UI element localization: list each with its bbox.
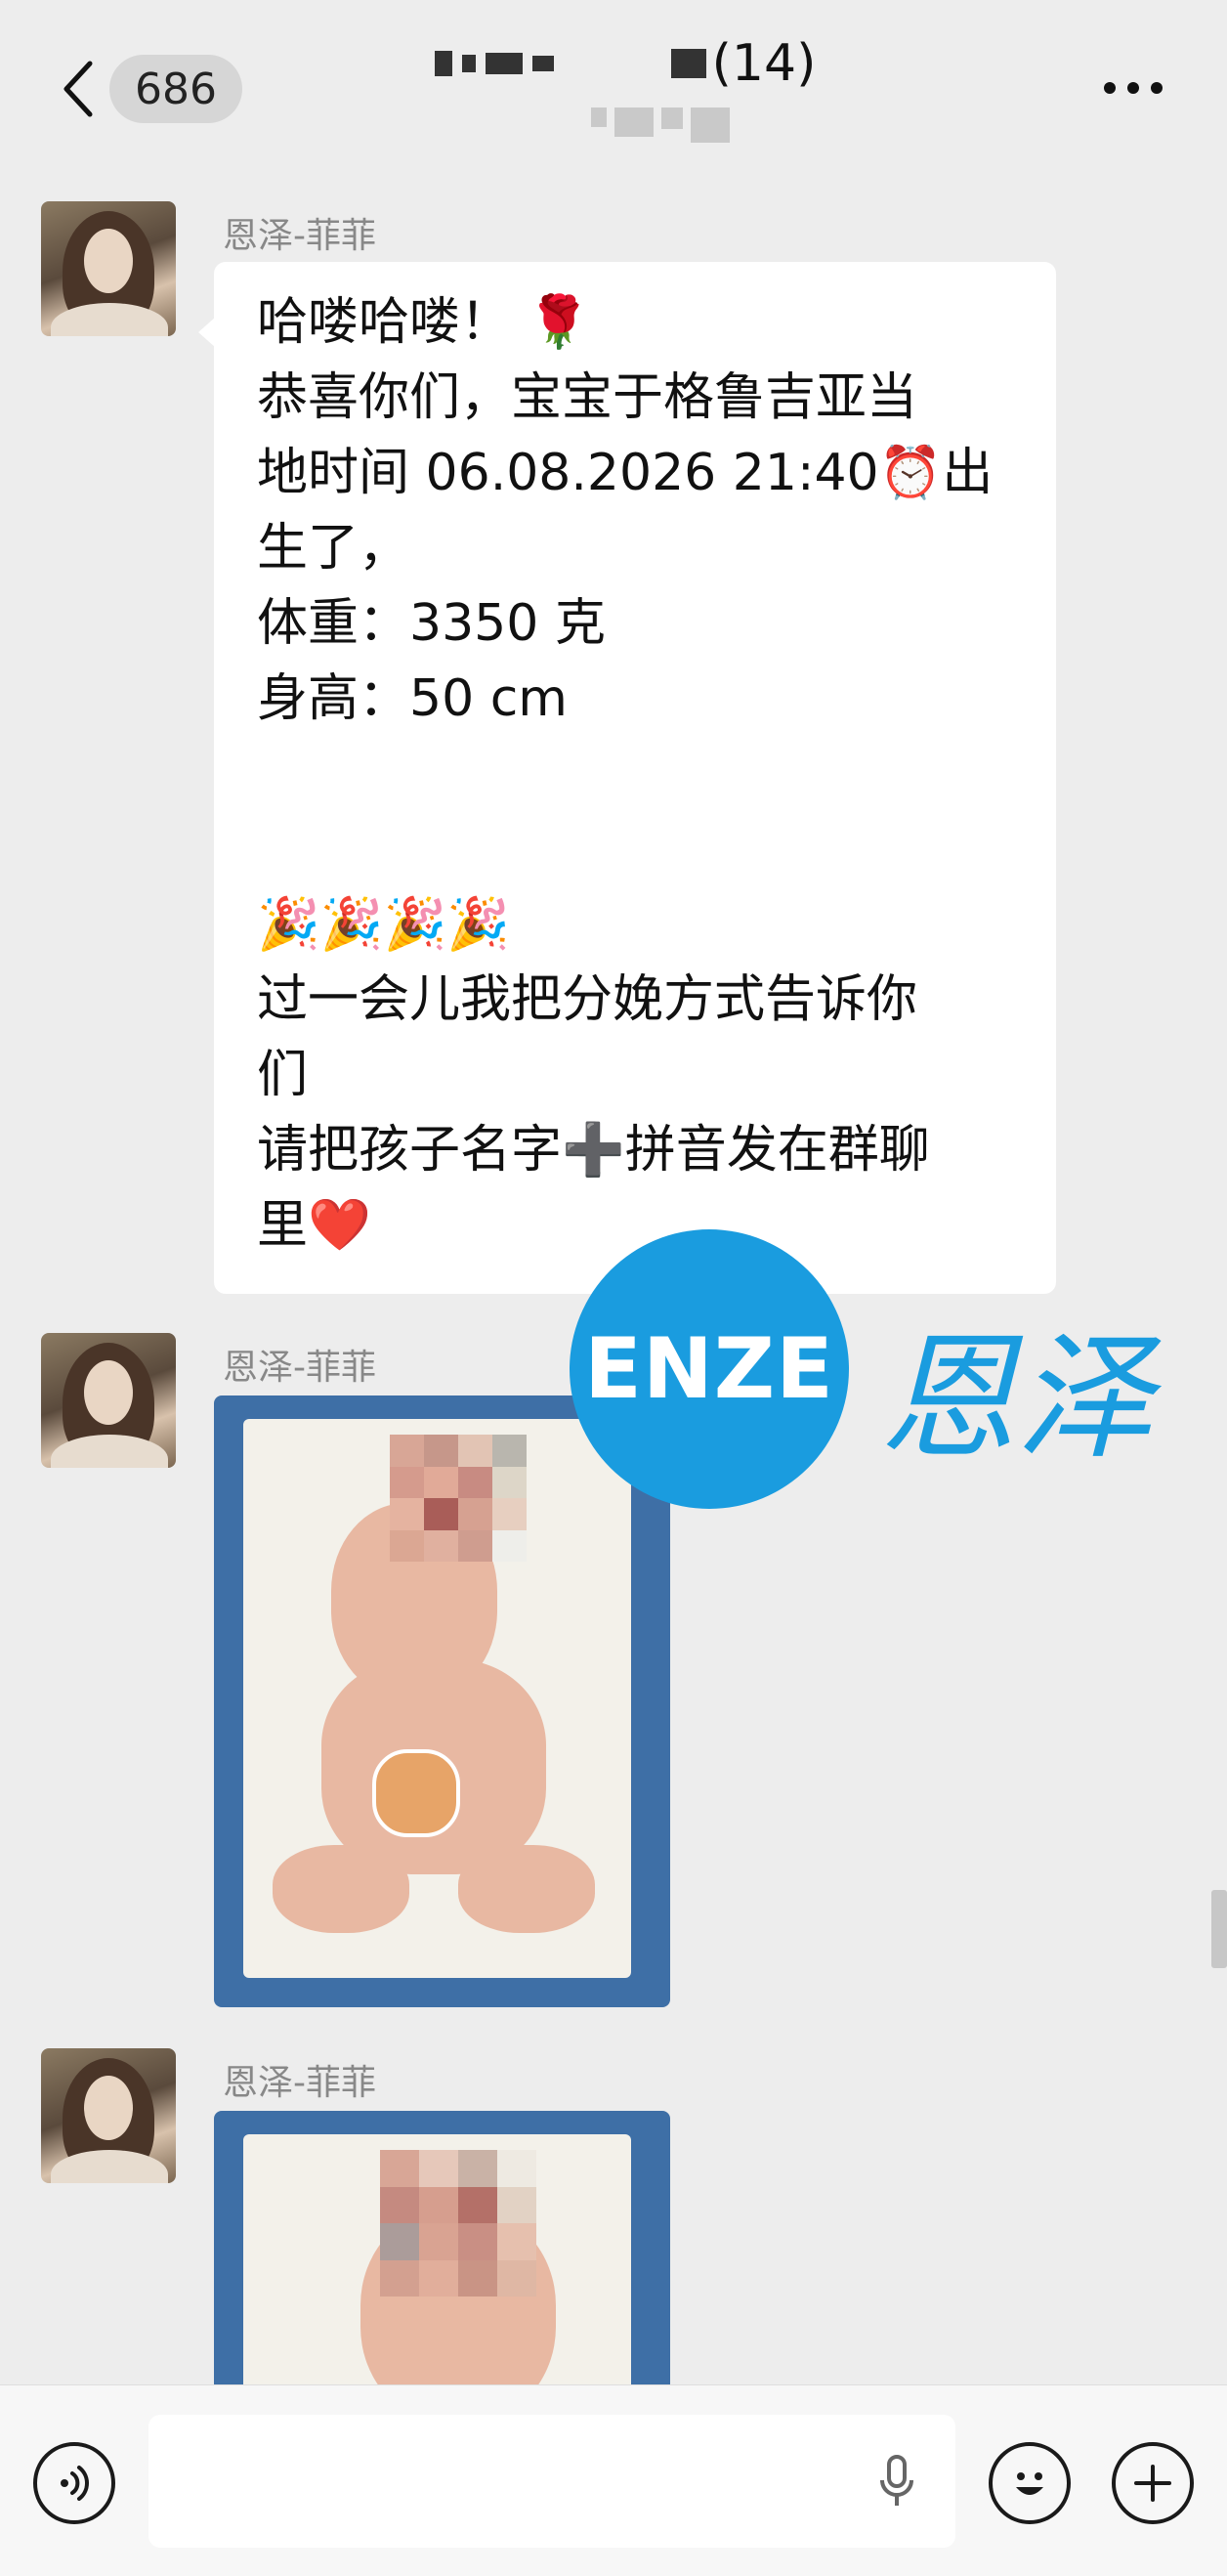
back-button[interactable] xyxy=(49,55,107,123)
sender-avatar[interactable] xyxy=(41,1333,176,1468)
sender-avatar[interactable] xyxy=(41,201,176,336)
more-options-button[interactable] xyxy=(1094,59,1172,117)
more-functions-button[interactable] xyxy=(1112,2442,1194,2524)
sender-name: 恩泽-菲菲 xyxy=(223,1348,376,1388)
message-line: 哈喽哈喽！ 🌹 xyxy=(257,293,591,352)
message-input[interactable] xyxy=(148,2415,955,2548)
chevron-left-icon xyxy=(63,61,93,117)
sender-avatar[interactable] xyxy=(41,2048,176,2183)
voice-toggle-button[interactable] xyxy=(33,2442,115,2524)
scrollbar[interactable] xyxy=(1211,1890,1227,1968)
chat-title[interactable]: (14) xyxy=(391,29,860,98)
message-line: 生了， xyxy=(257,519,410,578)
emoji-icon xyxy=(1016,2472,1043,2495)
sender-name: 恩泽-菲菲 xyxy=(223,216,376,256)
watermark-logo-text: ENZE xyxy=(584,1320,834,1418)
horse-sticker xyxy=(372,1749,460,1837)
title-redacted xyxy=(434,49,706,78)
text-message-bubble[interactable]: 哈喽哈喽！ 🌹 恭喜你们，宝宝于格鲁吉亚当 地时间 06.08.2026 21:… xyxy=(198,262,1056,1294)
face-mosaic xyxy=(390,1435,527,1562)
message-line: 🎉🎉🎉🎉 xyxy=(257,895,510,954)
unread-count-badge[interactable]: 686 xyxy=(109,55,242,123)
message-line: 体重：3350 克 xyxy=(257,594,606,653)
microphone-button[interactable] xyxy=(867,2448,926,2516)
dot-icon xyxy=(1151,82,1163,94)
chat-header: 686 (14) xyxy=(0,0,1227,186)
message-line: 恭喜你们，宝宝于格鲁吉亚当 xyxy=(257,368,918,427)
message-line: 地时间 06.08.2026 21:40⏰出 xyxy=(257,444,994,502)
subtitle-redacted xyxy=(591,107,730,143)
chat-input-bar xyxy=(0,2384,1227,2576)
message-line: 们 xyxy=(257,1046,309,1104)
plus-icon xyxy=(1134,2465,1171,2502)
message-line: 身高：50 cm xyxy=(257,669,568,728)
emoji-button[interactable] xyxy=(989,2442,1071,2524)
image-message[interactable] xyxy=(214,2111,670,2384)
watermark-logo: ENZE xyxy=(570,1229,849,1509)
voice-icon xyxy=(61,2466,89,2501)
dot-icon xyxy=(1104,82,1116,94)
message-line: 过一会儿我把分娩方式告诉你 xyxy=(257,970,918,1029)
image-message[interactable] xyxy=(214,1395,670,2007)
microphone-icon xyxy=(880,2455,913,2506)
watermark-brand-text: 恩泽 xyxy=(879,1319,1154,1479)
member-count: (14) xyxy=(711,34,817,93)
sender-name: 恩泽-菲菲 xyxy=(223,2063,376,2103)
dot-icon xyxy=(1127,82,1139,94)
face-mosaic xyxy=(380,2150,536,2297)
message-line: 请把孩子名字➕拼音发在群聊 xyxy=(257,1121,930,1180)
